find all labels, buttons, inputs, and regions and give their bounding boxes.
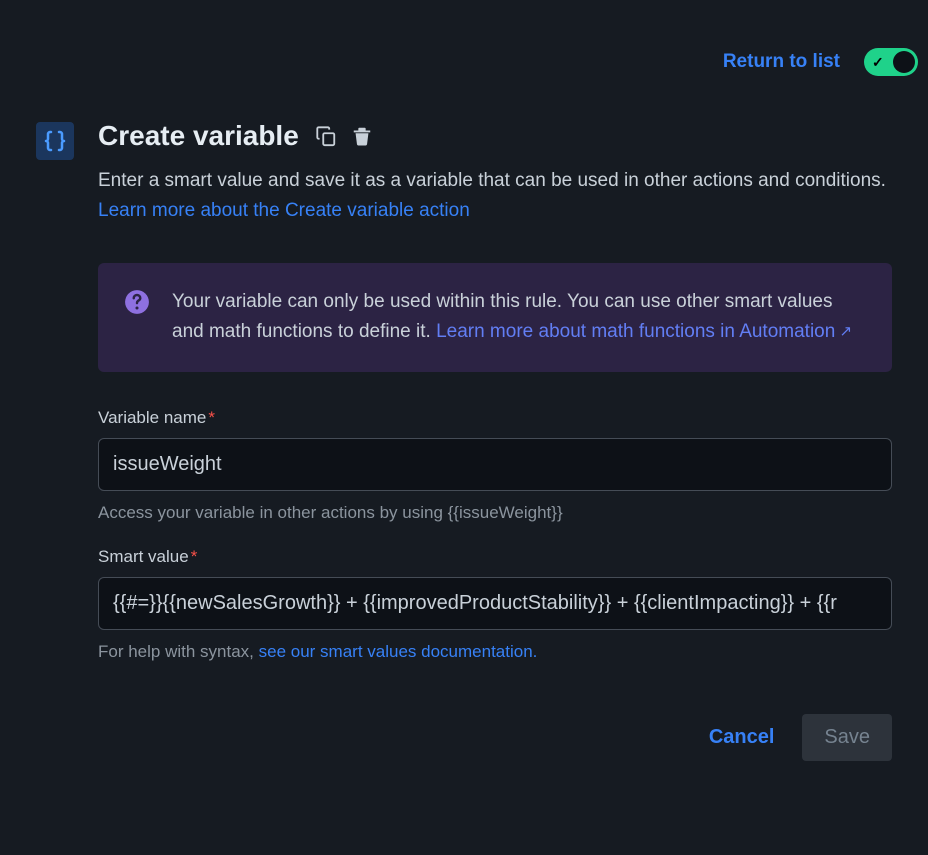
smart-value-label: Smart value*: [98, 547, 892, 567]
learn-more-create-variable-link[interactable]: Learn more about the Create variable act…: [98, 200, 470, 221]
toggle-knob: [893, 51, 915, 73]
check-icon: ✓: [872, 54, 884, 71]
info-panel-text: Your variable can only be used within th…: [172, 287, 866, 348]
copy-icon[interactable]: [315, 125, 337, 147]
page-title: Create variable: [98, 120, 299, 152]
info-panel: Your variable can only be used within th…: [98, 263, 892, 372]
variable-name-hint: Access your variable in other actions by…: [98, 503, 892, 523]
question-icon: [124, 289, 150, 315]
variable-name-input[interactable]: [98, 438, 892, 491]
cancel-button[interactable]: Cancel: [705, 716, 779, 759]
save-button[interactable]: Save: [802, 714, 892, 761]
learn-more-math-link[interactable]: Learn more about math functions in Autom…: [436, 321, 852, 342]
smart-value-input[interactable]: [98, 577, 892, 630]
trash-icon[interactable]: [351, 125, 373, 147]
smart-values-doc-link[interactable]: see our smart values documentation.: [259, 642, 538, 661]
return-to-list-link[interactable]: Return to list: [723, 51, 840, 73]
variable-name-label: Variable name*: [98, 408, 892, 428]
page-description: Enter a smart value and save it as a var…: [98, 166, 892, 227]
smart-value-hint: For help with syntax, see our smart valu…: [98, 642, 892, 662]
braces-icon: [36, 122, 74, 160]
rule-toggle[interactable]: ✓: [864, 48, 918, 76]
